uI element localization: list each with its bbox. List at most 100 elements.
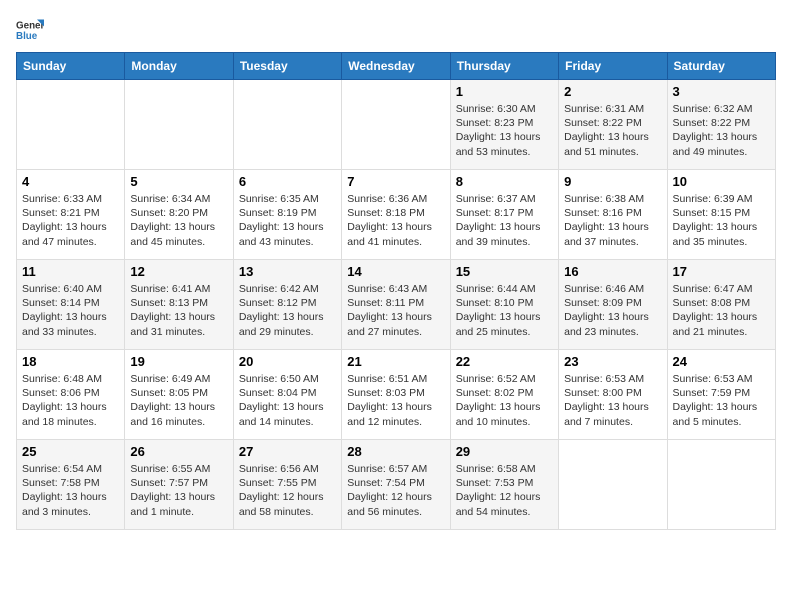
day-number: 17 <box>673 264 770 279</box>
day-info: Sunrise: 6:36 AMSunset: 8:18 PMDaylight:… <box>347 192 444 249</box>
day-number: 3 <box>673 84 770 99</box>
day-cell <box>559 440 667 530</box>
calendar-header-row: SundayMondayTuesdayWednesdayThursdayFrid… <box>17 53 776 80</box>
day-info: Sunrise: 6:57 AMSunset: 7:54 PMDaylight:… <box>347 462 444 519</box>
day-info: Sunrise: 6:44 AMSunset: 8:10 PMDaylight:… <box>456 282 553 339</box>
day-info: Sunrise: 6:53 AMSunset: 8:00 PMDaylight:… <box>564 372 661 429</box>
day-info: Sunrise: 6:52 AMSunset: 8:02 PMDaylight:… <box>456 372 553 429</box>
day-number: 27 <box>239 444 336 459</box>
day-number: 22 <box>456 354 553 369</box>
day-number: 12 <box>130 264 227 279</box>
day-cell: 21 Sunrise: 6:51 AMSunset: 8:03 PMDayligh… <box>342 350 450 440</box>
day-info: Sunrise: 6:55 AMSunset: 7:57 PMDaylight:… <box>130 462 227 519</box>
day-cell <box>342 80 450 170</box>
day-info: Sunrise: 6:30 AMSunset: 8:23 PMDaylight:… <box>456 102 553 159</box>
week-row-0: 1 Sunrise: 6:30 AMSunset: 8:23 PMDaylight… <box>17 80 776 170</box>
day-info: Sunrise: 6:38 AMSunset: 8:16 PMDaylight:… <box>564 192 661 249</box>
day-cell: 4 Sunrise: 6:33 AMSunset: 8:21 PMDaylight… <box>17 170 125 260</box>
day-cell: 28Sunrise: 6:57 AMSunset: 7:54 PMDayligh… <box>342 440 450 530</box>
day-cell: 19 Sunrise: 6:49 AMSunset: 8:05 PMDayligh… <box>125 350 233 440</box>
day-info: Sunrise: 6:39 AMSunset: 8:15 PMDaylight:… <box>673 192 770 249</box>
day-info: Sunrise: 6:37 AMSunset: 8:17 PMDaylight:… <box>456 192 553 249</box>
day-number: 4 <box>22 174 119 189</box>
day-cell <box>233 80 341 170</box>
header-cell-thursday: Thursday <box>450 53 558 80</box>
day-number: 20 <box>239 354 336 369</box>
day-number: 21 <box>347 354 444 369</box>
day-info: Sunrise: 6:33 AMSunset: 8:21 PMDaylight:… <box>22 192 119 249</box>
day-cell: 6 Sunrise: 6:35 AMSunset: 8:19 PMDaylight… <box>233 170 341 260</box>
day-number: 19 <box>130 354 227 369</box>
day-cell: 16 Sunrise: 6:46 AMSunset: 8:09 PMDayligh… <box>559 260 667 350</box>
day-cell: 9 Sunrise: 6:38 AMSunset: 8:16 PMDaylight… <box>559 170 667 260</box>
day-cell: 15Sunrise: 6:44 AMSunset: 8:10 PMDayligh… <box>450 260 558 350</box>
day-cell: 24 Sunrise: 6:53 AMSunset: 7:59 PMDayligh… <box>667 350 775 440</box>
day-info: Sunrise: 6:42 AMSunset: 8:12 PMDaylight:… <box>239 282 336 339</box>
week-row-1: 4 Sunrise: 6:33 AMSunset: 8:21 PMDaylight… <box>17 170 776 260</box>
day-info: Sunrise: 6:46 AMSunset: 8:09 PMDaylight:… <box>564 282 661 339</box>
day-cell: 13 Sunrise: 6:42 AMSunset: 8:12 PMDayligh… <box>233 260 341 350</box>
day-info: Sunrise: 6:40 AMSunset: 8:14 PMDaylight:… <box>22 282 119 339</box>
day-info: Sunrise: 6:54 AMSunset: 7:58 PMDaylight:… <box>22 462 119 519</box>
day-number: 13 <box>239 264 336 279</box>
day-number: 8 <box>456 174 553 189</box>
day-number: 10 <box>673 174 770 189</box>
day-cell: 20 Sunrise: 6:50 AMSunset: 8:04 PMDayligh… <box>233 350 341 440</box>
day-cell <box>667 440 775 530</box>
day-info: Sunrise: 6:31 AMSunset: 8:22 PMDaylight:… <box>564 102 661 159</box>
day-info: Sunrise: 6:32 AMSunset: 8:22 PMDaylight:… <box>673 102 770 159</box>
day-number: 16 <box>564 264 661 279</box>
header-cell-tuesday: Tuesday <box>233 53 341 80</box>
header-cell-friday: Friday <box>559 53 667 80</box>
day-number: 26 <box>130 444 227 459</box>
day-number: 1 <box>456 84 553 99</box>
day-cell: 22 Sunrise: 6:52 AMSunset: 8:02 PMDayligh… <box>450 350 558 440</box>
day-cell: 18 Sunrise: 6:48 AMSunset: 8:06 PMDayligh… <box>17 350 125 440</box>
day-cell: 29 Sunrise: 6:58 AMSunset: 7:53 PMDayligh… <box>450 440 558 530</box>
week-row-4: 25 Sunrise: 6:54 AMSunset: 7:58 PMDayligh… <box>17 440 776 530</box>
day-cell: 3 Sunrise: 6:32 AMSunset: 8:22 PMDaylight… <box>667 80 775 170</box>
day-cell: 25 Sunrise: 6:54 AMSunset: 7:58 PMDayligh… <box>17 440 125 530</box>
svg-text:Blue: Blue <box>16 31 38 42</box>
day-number: 7 <box>347 174 444 189</box>
logo: General Blue <box>16 16 44 44</box>
day-cell: 8 Sunrise: 6:37 AMSunset: 8:17 PMDaylight… <box>450 170 558 260</box>
header-cell-monday: Monday <box>125 53 233 80</box>
day-info: Sunrise: 6:49 AMSunset: 8:05 PMDaylight:… <box>130 372 227 429</box>
day-cell: 1 Sunrise: 6:30 AMSunset: 8:23 PMDaylight… <box>450 80 558 170</box>
header-cell-saturday: Saturday <box>667 53 775 80</box>
day-number: 5 <box>130 174 227 189</box>
day-cell <box>17 80 125 170</box>
day-number: 29 <box>456 444 553 459</box>
week-row-3: 18 Sunrise: 6:48 AMSunset: 8:06 PMDayligh… <box>17 350 776 440</box>
day-cell: 17Sunrise: 6:47 AMSunset: 8:08 PMDayligh… <box>667 260 775 350</box>
header: General Blue <box>16 16 776 44</box>
week-row-2: 11 Sunrise: 6:40 AMSunset: 8:14 PMDayligh… <box>17 260 776 350</box>
day-info: Sunrise: 6:48 AMSunset: 8:06 PMDaylight:… <box>22 372 119 429</box>
day-number: 2 <box>564 84 661 99</box>
day-number: 11 <box>22 264 119 279</box>
day-cell: 5Sunrise: 6:34 AMSunset: 8:20 PMDaylight… <box>125 170 233 260</box>
day-number: 24 <box>673 354 770 369</box>
day-cell: 23 Sunrise: 6:53 AMSunset: 8:00 PMDayligh… <box>559 350 667 440</box>
day-info: Sunrise: 6:53 AMSunset: 7:59 PMDaylight:… <box>673 372 770 429</box>
day-number: 18 <box>22 354 119 369</box>
day-info: Sunrise: 6:58 AMSunset: 7:53 PMDaylight:… <box>456 462 553 519</box>
day-cell <box>125 80 233 170</box>
day-number: 25 <box>22 444 119 459</box>
day-info: Sunrise: 6:50 AMSunset: 8:04 PMDaylight:… <box>239 372 336 429</box>
day-info: Sunrise: 6:43 AMSunset: 8:11 PMDaylight:… <box>347 282 444 339</box>
day-number: 23 <box>564 354 661 369</box>
day-info: Sunrise: 6:35 AMSunset: 8:19 PMDaylight:… <box>239 192 336 249</box>
day-cell: 12Sunrise: 6:41 AMSunset: 8:13 PMDayligh… <box>125 260 233 350</box>
day-number: 14 <box>347 264 444 279</box>
day-cell: 26 Sunrise: 6:55 AMSunset: 7:57 PMDayligh… <box>125 440 233 530</box>
header-cell-wednesday: Wednesday <box>342 53 450 80</box>
day-cell: 11 Sunrise: 6:40 AMSunset: 8:14 PMDayligh… <box>17 260 125 350</box>
day-number: 6 <box>239 174 336 189</box>
day-info: Sunrise: 6:51 AMSunset: 8:03 PMDaylight:… <box>347 372 444 429</box>
header-cell-sunday: Sunday <box>17 53 125 80</box>
day-cell: 2 Sunrise: 6:31 AMSunset: 8:22 PMDaylight… <box>559 80 667 170</box>
day-number: 9 <box>564 174 661 189</box>
logo-icon: General Blue <box>16 16 44 44</box>
